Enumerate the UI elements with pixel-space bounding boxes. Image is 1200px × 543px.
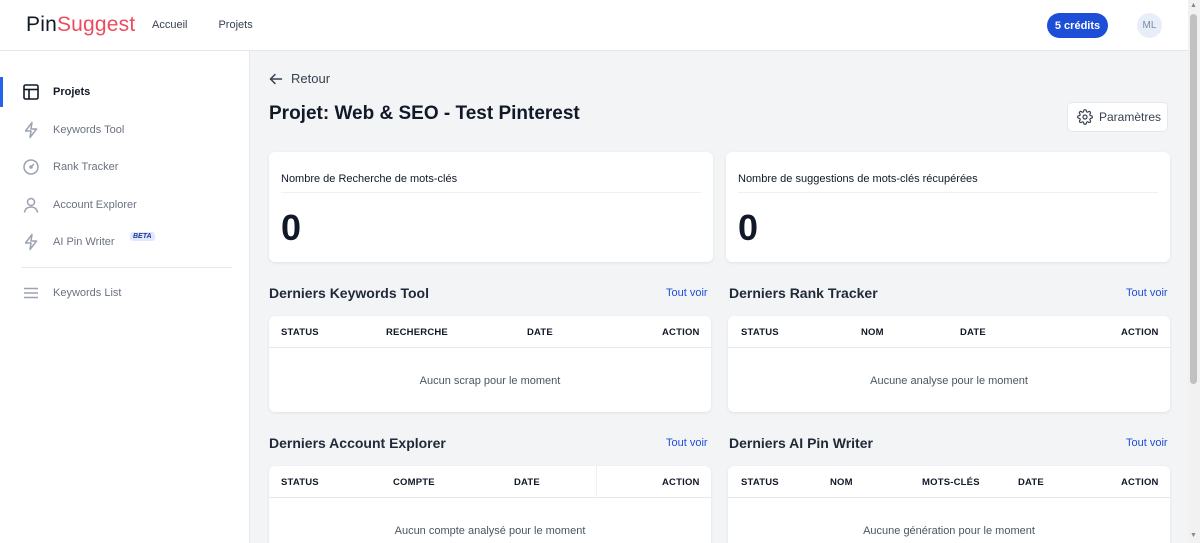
scroll-up-arrow-icon[interactable]: ▲ — [1190, 2, 1197, 9]
sidebar-item-projects[interactable]: Projets — [0, 77, 250, 107]
list-icon — [24, 287, 38, 299]
column-header: ACTION — [662, 327, 700, 338]
sidebar-item-label: AI Pin Writer — [53, 236, 115, 248]
keywords-tool-table: STATUS RECHERCHE DATE ACTION Aucun scrap… — [269, 316, 711, 412]
nav-projects-link[interactable]: Projets — [218, 19, 252, 31]
gear-icon — [1077, 109, 1093, 125]
account-explorer-table: STATUS COMPTE DATE ACTION Aucun compte a… — [269, 466, 711, 543]
brand-logo-part2: Suggest — [56, 13, 136, 36]
column-header: DATE — [514, 477, 540, 488]
sidebar-item-label: Keywords List — [53, 287, 122, 299]
stat-label: Nombre de Recherche de mots-clés — [281, 173, 458, 185]
see-all-rank-tracker-link[interactable]: Tout voir — [1126, 287, 1168, 299]
column-header: DATE — [960, 327, 986, 338]
empty-state-message: Aucune génération pour le moment — [863, 525, 1035, 537]
table-header: STATUS NOM DATE ACTION — [728, 316, 1170, 348]
column-divider — [596, 466, 597, 498]
nav-home-link[interactable]: Accueil — [152, 19, 187, 31]
column-header: ACTION — [662, 477, 700, 488]
sidebar-item-label: Projets — [53, 86, 91, 98]
scrollbar-thumb[interactable] — [1190, 14, 1197, 384]
stat-card-suggestions: Nombre de suggestions de mots-clés récup… — [726, 152, 1170, 262]
stat-label: Nombre de suggestions de mots-clés récup… — [738, 173, 978, 185]
beta-badge: BETA — [130, 232, 155, 241]
column-header: STATUS — [281, 327, 319, 338]
rank-tracker-table: STATUS NOM DATE ACTION Aucune analyse po… — [728, 316, 1170, 412]
sidebar-item-ai-pin-writer[interactable]: AI Pin Writer BETA — [0, 227, 250, 257]
stat-value: 0 — [738, 207, 759, 248]
sidebar-divider — [22, 267, 232, 268]
settings-label: Paramètres — [1099, 110, 1162, 124]
empty-state-message: Aucun scrap pour le moment — [419, 375, 561, 387]
top-nav-links: Accueil Projets — [152, 19, 253, 31]
sidebar-item-label: Rank Tracker — [53, 161, 119, 173]
top-navbar: PinSuggest Accueil Projets 5 crédits ML — [0, 0, 1188, 51]
ai-pin-writer-table: STATUS NOM MOTS-CLÉS DATE ACTION Aucune … — [728, 466, 1170, 543]
section-title-rank-tracker: Derniers Rank Tracker — [729, 285, 878, 301]
sidebar-item-label: Keywords Tool — [53, 124, 125, 136]
table-header: STATUS NOM MOTS-CLÉS DATE ACTION — [728, 466, 1170, 498]
empty-state-message: Aucune analyse pour le moment — [870, 375, 1028, 387]
table-header: STATUS RECHERCHE DATE ACTION — [269, 316, 711, 348]
section-title-ai-pin-writer: Derniers AI Pin Writer — [729, 435, 873, 451]
arrow-left-icon — [269, 73, 283, 84]
column-header: NOM — [830, 477, 853, 488]
page-title: Projet: Web & SEO - Test Pinterest — [269, 103, 580, 124]
brand-logo[interactable]: PinSuggest — [26, 13, 135, 37]
sidebar-item-keywords-list[interactable]: Keywords List — [0, 278, 250, 308]
see-all-ai-pin-writer-link[interactable]: Tout voir — [1126, 437, 1168, 449]
column-header: STATUS — [741, 327, 779, 338]
back-label: Retour — [291, 71, 331, 86]
column-header: ACTION — [1121, 327, 1159, 338]
user-icon — [23, 197, 39, 213]
column-header: STATUS — [281, 477, 319, 488]
column-header: COMPTE — [393, 477, 435, 488]
column-header: RECHERCHE — [386, 327, 448, 338]
sidebar-item-label: Account Explorer — [53, 199, 137, 211]
stat-divider — [281, 192, 701, 193]
sidebar-item-account-explorer[interactable]: Account Explorer — [0, 190, 250, 220]
column-header: MOTS-CLÉS — [922, 477, 980, 488]
gauge-icon — [23, 159, 39, 175]
scroll-down-arrow-icon[interactable]: ▼ — [1190, 532, 1197, 539]
sidebar-item-keywords-tool[interactable]: Keywords Tool — [0, 115, 250, 145]
section-title-account-explorer: Derniers Account Explorer — [269, 435, 446, 451]
column-header: ACTION — [1121, 477, 1159, 488]
section-title-keywords-tool: Derniers Keywords Tool — [269, 285, 430, 301]
back-link[interactable]: Retour — [269, 71, 330, 86]
brand-logo-part1: Pin — [26, 13, 57, 36]
column-header: NOM — [861, 327, 884, 338]
see-all-keywords-tool-link[interactable]: Tout voir — [666, 287, 708, 299]
lightning-icon — [24, 233, 38, 251]
credits-button[interactable]: 5 crédits — [1047, 13, 1108, 38]
settings-button[interactable]: Paramètres — [1067, 102, 1168, 132]
column-header: STATUS — [741, 477, 779, 488]
stat-card-searches: Nombre de Recherche de mots-clés 0 — [269, 152, 713, 262]
column-header: DATE — [1018, 477, 1044, 488]
layout-icon — [23, 84, 39, 100]
table-header: STATUS COMPTE DATE ACTION — [269, 466, 711, 498]
see-all-account-explorer-link[interactable]: Tout voir — [666, 437, 708, 449]
column-header: DATE — [527, 327, 553, 338]
sidebar: Projets Keywords Tool Rank Tracker Accou… — [0, 51, 250, 543]
user-avatar[interactable]: ML — [1137, 13, 1162, 38]
lightning-icon — [24, 121, 38, 139]
stat-divider — [738, 192, 1158, 193]
empty-state-message: Aucun compte analysé pour le moment — [394, 525, 586, 537]
sidebar-item-rank-tracker[interactable]: Rank Tracker — [0, 152, 250, 182]
stat-value: 0 — [281, 207, 302, 248]
